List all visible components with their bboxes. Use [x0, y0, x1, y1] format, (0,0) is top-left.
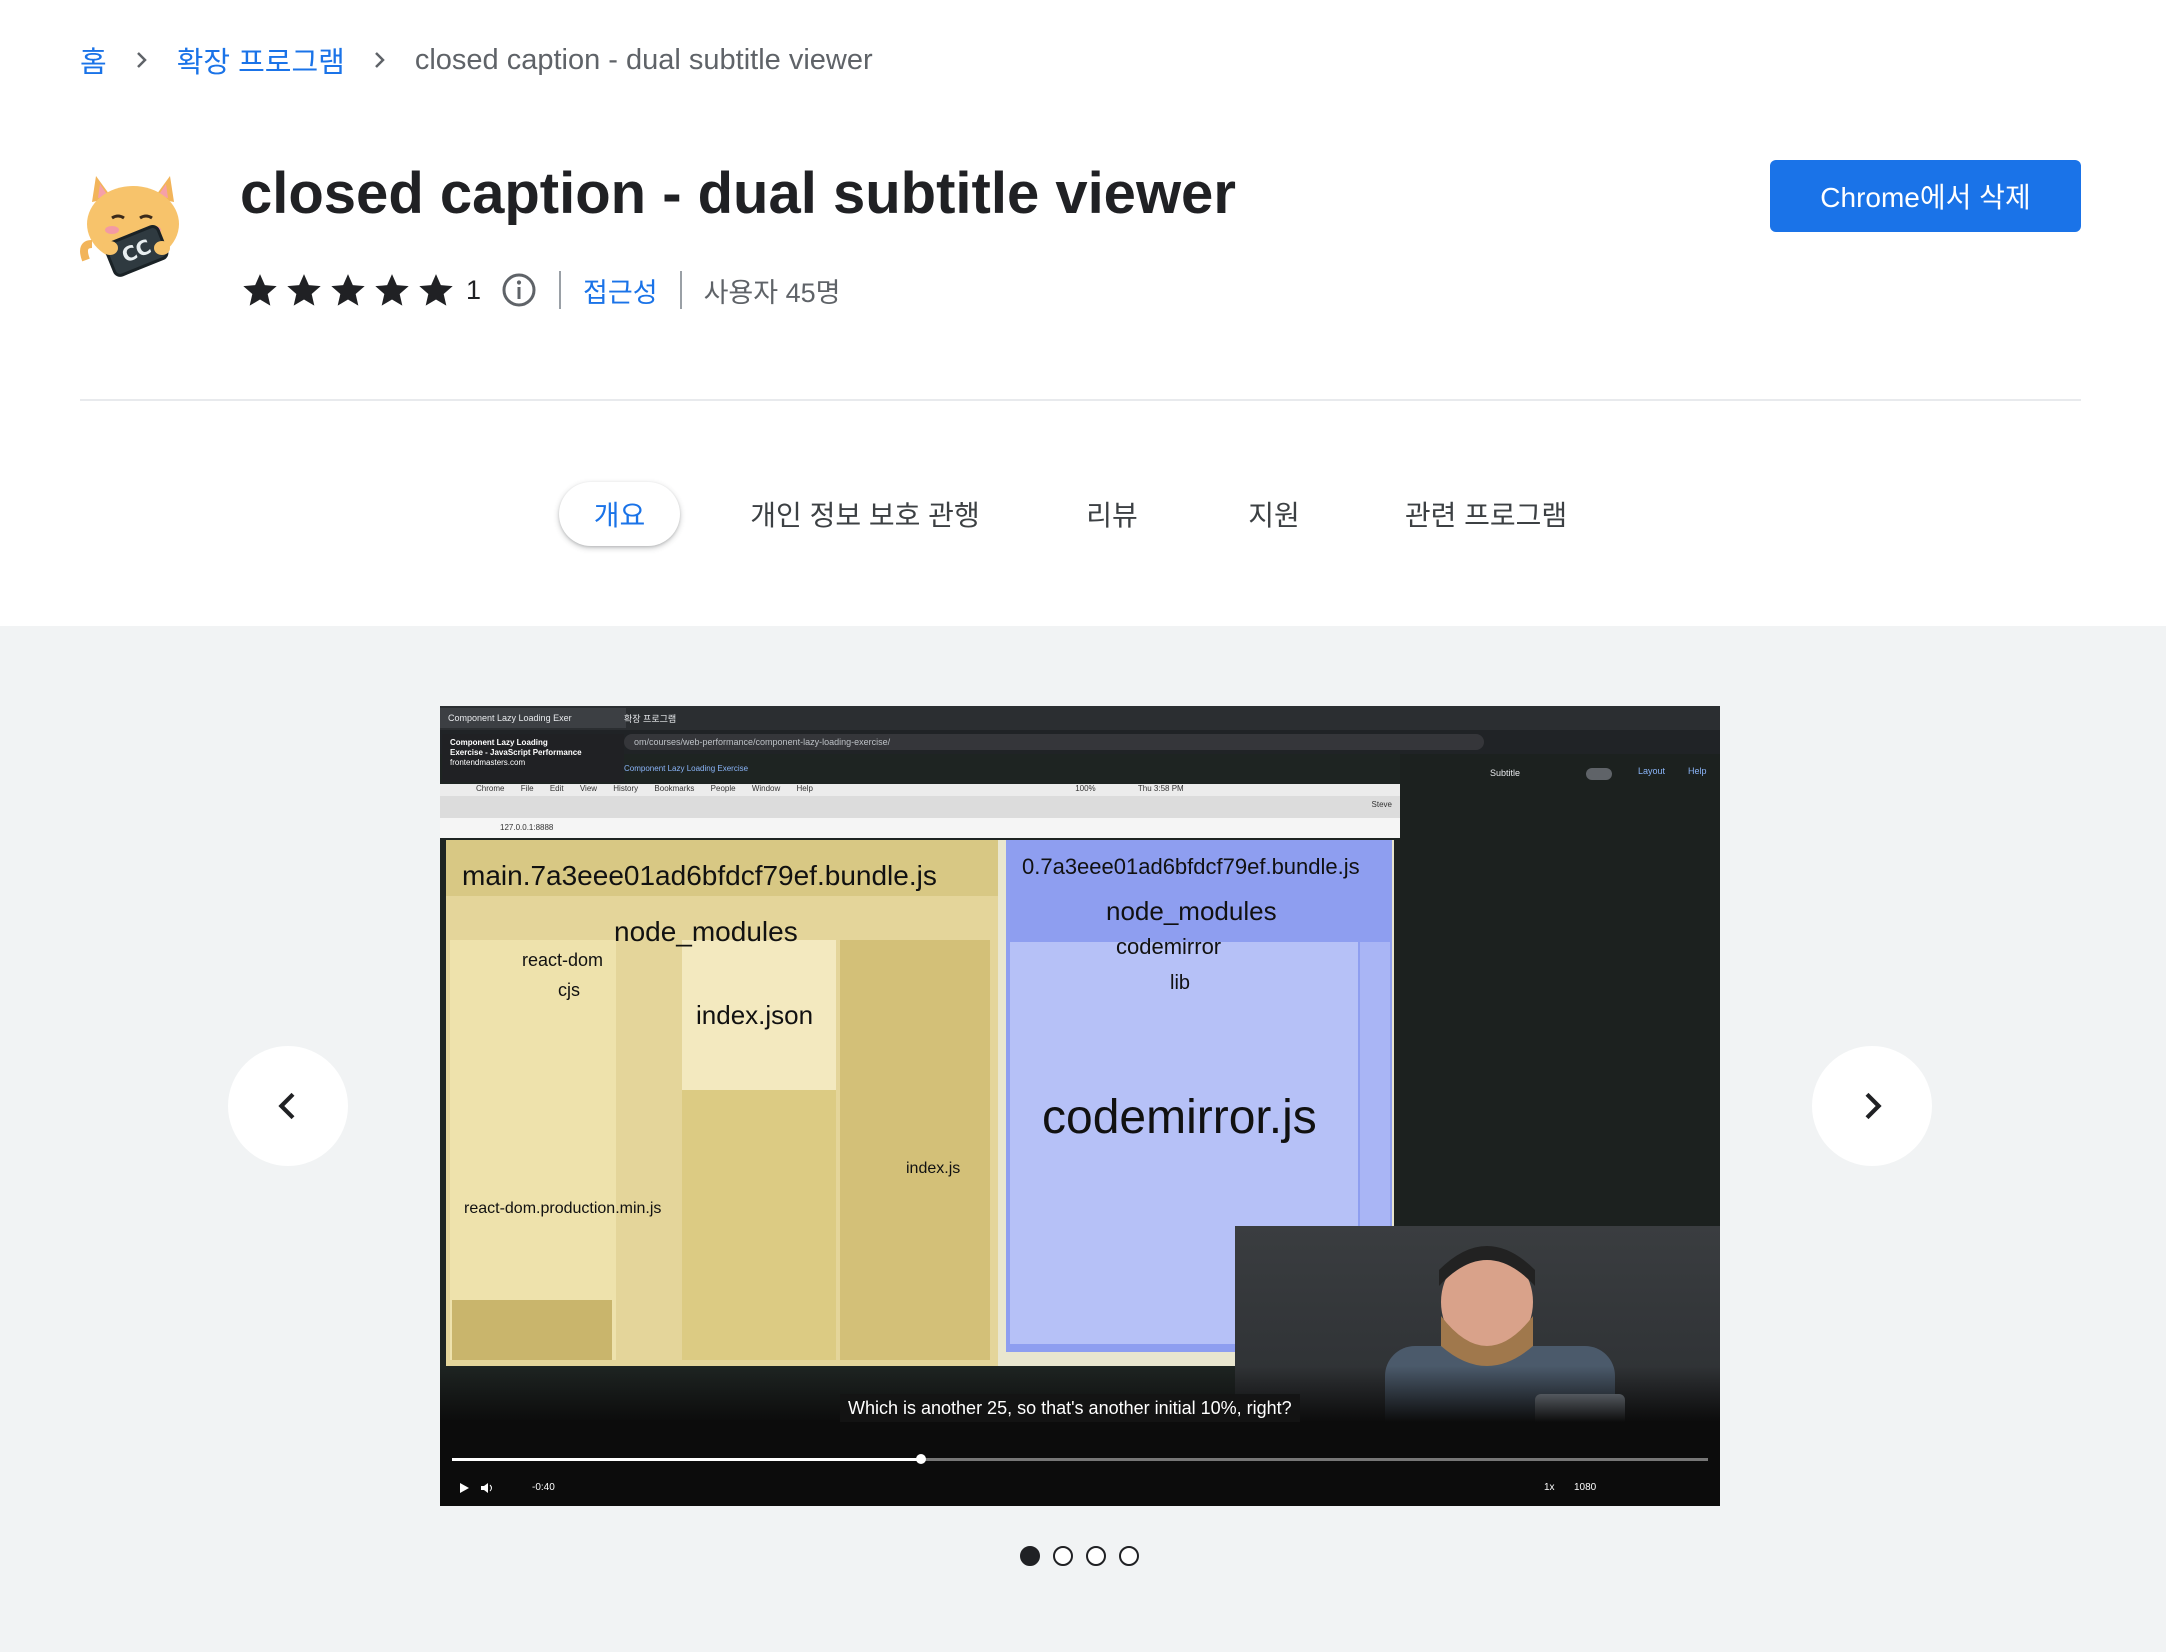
screenshot-tab: 확장 프로그램: [624, 713, 677, 724]
breadcrumb: 홈 확장 프로그램 closed caption - dual subtitle…: [80, 40, 873, 80]
treemap-label: node_modules: [1106, 896, 1277, 926]
screenshot-tooltip: Component Lazy Loading Exercise - JavaSc…: [442, 734, 624, 782]
screenshot-dark-panel: Subtitle Layout Help: [1400, 754, 1720, 1274]
screenshot-tab: Component Lazy Loading Exer: [440, 708, 626, 728]
volume-icon: [481, 1483, 492, 1493]
video-progress-bar: [452, 1454, 1708, 1464]
chevron-right-icon: [107, 48, 177, 72]
mac-menu-item: History: [613, 784, 639, 793]
divider: [559, 271, 562, 309]
star-icon: [419, 274, 453, 306]
tab-overview[interactable]: 개요: [559, 482, 680, 546]
mac-battery: 100%: [1075, 784, 1096, 793]
gallery-dot[interactable]: [1053, 1546, 1073, 1566]
treemap-label: index.js: [906, 1160, 961, 1177]
video-subtitle: Which is another 25, so that's another i…: [840, 1394, 1300, 1422]
tab-bar: 개요 개인 정보 보호 관행 리뷰 지원 관련 프로그램: [0, 482, 2166, 546]
treemap-label: index.json: [696, 1000, 814, 1030]
treemap-label: codemirror.js: [1042, 1091, 1317, 1144]
video-quality: 1080: [1574, 1482, 1597, 1493]
gallery-next-button[interactable]: [1812, 1046, 1932, 1166]
star-icon: [287, 274, 321, 306]
treemap-label: lib: [1170, 972, 1191, 994]
mac-menu-item: Bookmarks: [654, 784, 695, 793]
extension-meta: 1 접근성 사용자 45명: [240, 268, 840, 312]
chevron-right-icon: [345, 48, 415, 72]
video-controls: -0:40 1x 1080: [440, 1476, 1720, 1500]
video-progress-fill: [452, 1458, 922, 1461]
treemap-label: main.7a3eee01ad6bfdcf79ef.bundle.js: [462, 860, 937, 891]
breadcrumb-extensions-link[interactable]: 확장 프로그램: [177, 39, 345, 81]
treemap-label: codemirror: [1116, 934, 1222, 959]
breadcrumb-current: closed caption - dual subtitle viewer: [414, 43, 873, 76]
screenshot-inner-tabs: Steve: [440, 796, 1400, 818]
subtitle-toggle: [1586, 768, 1612, 780]
mac-menu-item: Chrome: [476, 784, 505, 793]
video-time: -0:40: [532, 1482, 555, 1493]
chevron-left-icon: [278, 1092, 295, 1120]
treemap-main-bundle: main.7a3eee01ad6bfdcf79ef.bundle.js node…: [446, 840, 998, 1366]
gallery-screenshot: Component Lazy Loading Exer 확장 프로그램 om/c…: [440, 706, 1720, 1506]
gallery-dot[interactable]: [1119, 1546, 1139, 1566]
mac-menu-item: Window: [751, 784, 781, 793]
star-icon: [331, 274, 365, 306]
screenshot-gallery: Component Lazy Loading Exer 확장 프로그램 om/c…: [0, 626, 2166, 1652]
screenshot-page-crumb: Component Lazy Loading Exercise: [624, 764, 749, 773]
rating-count: 1: [466, 274, 482, 305]
screenshot-inner-address: 127.0.0.1:8888: [440, 818, 1400, 838]
tooltip-line: frontendmasters.com: [450, 758, 526, 767]
subtitle-toggle-label: Subtitle: [1490, 768, 1521, 778]
inner-user-label: Steve: [1371, 800, 1392, 809]
tooltip-line: Exercise - JavaScript Performance: [450, 748, 582, 757]
gallery-dot[interactable]: [1020, 1546, 1040, 1566]
gallery-prev-button[interactable]: [228, 1046, 348, 1166]
treemap-label: 0.7a3eee01ad6bfdcf79ef.bundle.js: [1022, 854, 1360, 879]
treemap-label: react-dom.production.min.js: [464, 1200, 662, 1217]
accessibility-link[interactable]: 접근성: [583, 271, 658, 310]
tab-privacy-practices[interactable]: 개인 정보 보호 관행: [740, 482, 990, 546]
cat-holding-cc-icon: CC: [78, 162, 188, 278]
screenshot-browser-tabs: Component Lazy Loading Exer 확장 프로그램: [440, 706, 1720, 730]
video-speed: 1x: [1544, 1482, 1555, 1493]
extension-title: closed caption - dual subtitle viewer: [240, 161, 1236, 226]
gallery-dot[interactable]: [1086, 1546, 1106, 1566]
treemap-label: node_modules: [614, 916, 798, 947]
rating-stars: [240, 270, 456, 310]
divider: [80, 399, 2081, 401]
video-progress-knob: [916, 1454, 926, 1464]
user-count: 사용자 45명: [703, 277, 841, 308]
remove-from-chrome-button[interactable]: Chrome에서 삭제: [1770, 160, 2081, 232]
mac-menu-item: Help: [796, 784, 813, 793]
tab-support[interactable]: 지원: [1232, 482, 1316, 546]
chevron-right-icon: [1865, 1092, 1882, 1120]
layout-label: Layout: [1638, 766, 1666, 776]
mac-menu-item: File: [520, 784, 534, 793]
divider: [679, 271, 682, 309]
star-icon: [243, 274, 277, 306]
treemap-label: react-dom: [522, 950, 604, 970]
star-icon: [375, 274, 409, 306]
help-label: Help: [1688, 766, 1707, 776]
tab-reviews[interactable]: 리뷰: [1070, 482, 1154, 546]
screenshot-url: om/courses/web-performance/component-laz…: [624, 734, 1484, 750]
gallery-pagination: [1020, 1546, 1139, 1566]
screenshot-mac-menubar: Chrome File Edit View History Bookmarks …: [440, 784, 1400, 796]
treemap-label: cjs: [558, 980, 580, 1000]
mac-menu-item: View: [579, 784, 598, 793]
tab-related[interactable]: 관련 프로그램: [1396, 482, 1576, 546]
mac-menu-item: People: [710, 784, 736, 793]
mac-menu-item: Edit: [549, 784, 564, 793]
play-icon: [460, 1483, 469, 1493]
breadcrumb-home-link[interactable]: 홈: [80, 39, 107, 81]
mac-clock: Thu 3:58 PM: [1137, 784, 1184, 793]
info-icon[interactable]: [501, 272, 537, 308]
tooltip-line: Component Lazy Loading: [450, 738, 548, 747]
screenshot-address-bar: om/courses/web-performance/component-laz…: [440, 730, 1720, 754]
